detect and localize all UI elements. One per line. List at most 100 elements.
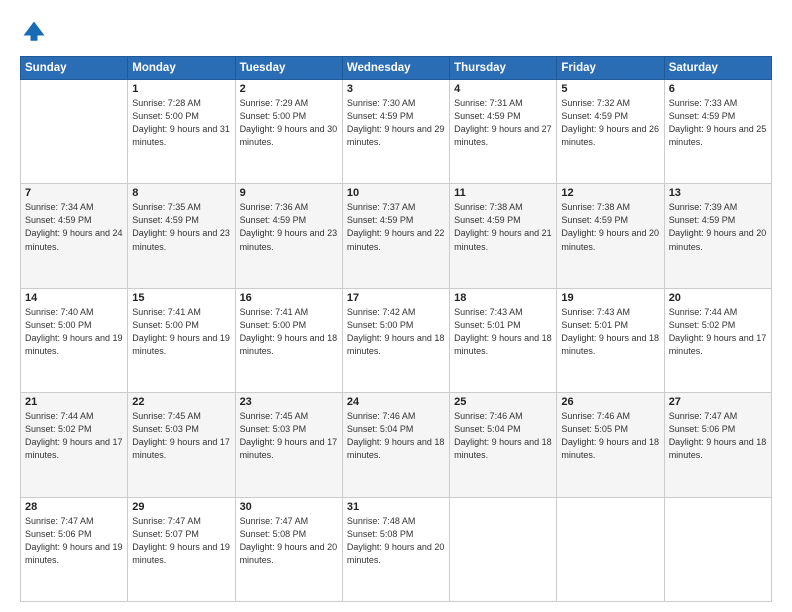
day-number: 9 [240, 187, 338, 199]
day-info: Sunrise: 7:32 AMSunset: 4:59 PMDaylight:… [561, 97, 659, 149]
cell-week1-day7: 6 Sunrise: 7:33 AMSunset: 4:59 PMDaylight… [664, 80, 771, 184]
day-info: Sunrise: 7:47 AMSunset: 5:08 PMDaylight:… [240, 515, 338, 567]
day-number: 26 [561, 396, 659, 408]
cell-week1-day4: 3 Sunrise: 7:30 AMSunset: 4:59 PMDaylight… [342, 80, 449, 184]
cell-week2-day6: 12 Sunrise: 7:38 AMSunset: 4:59 PMDayligh… [557, 184, 664, 288]
day-number: 10 [347, 187, 445, 199]
cell-week5-day1: 28 Sunrise: 7:47 AMSunset: 5:06 PMDayligh… [21, 497, 128, 601]
day-info: Sunrise: 7:29 AMSunset: 5:00 PMDaylight:… [240, 97, 338, 149]
day-number: 3 [347, 83, 445, 95]
header-thursday: Thursday [450, 57, 557, 80]
cell-week4-day7: 27 Sunrise: 7:47 AMSunset: 5:06 PMDayligh… [664, 393, 771, 497]
day-info: Sunrise: 7:43 AMSunset: 5:01 PMDaylight:… [561, 306, 659, 358]
cell-week2-day3: 9 Sunrise: 7:36 AMSunset: 4:59 PMDaylight… [235, 184, 342, 288]
day-number: 13 [669, 187, 767, 199]
cell-week1-day2: 1 Sunrise: 7:28 AMSunset: 5:00 PMDaylight… [128, 80, 235, 184]
cell-week3-day6: 19 Sunrise: 7:43 AMSunset: 5:01 PMDayligh… [557, 288, 664, 392]
day-info: Sunrise: 7:44 AMSunset: 5:02 PMDaylight:… [669, 306, 767, 358]
cell-week1-day1 [21, 80, 128, 184]
day-info: Sunrise: 7:38 AMSunset: 4:59 PMDaylight:… [561, 201, 659, 253]
day-info: Sunrise: 7:46 AMSunset: 5:04 PMDaylight:… [347, 410, 445, 462]
cell-week4-day6: 26 Sunrise: 7:46 AMSunset: 5:05 PMDayligh… [557, 393, 664, 497]
header-saturday: Saturday [664, 57, 771, 80]
day-number: 11 [454, 187, 552, 199]
cell-week3-day1: 14 Sunrise: 7:40 AMSunset: 5:00 PMDayligh… [21, 288, 128, 392]
cell-week1-day6: 5Sunrise: 7:32 AMSunset: 4:59 PMDaylight… [557, 80, 664, 184]
day-info: Sunrise: 7:35 AMSunset: 4:59 PMDaylight:… [132, 201, 230, 253]
header [20, 18, 772, 46]
day-number: 28 [25, 501, 123, 513]
day-number: 19 [561, 292, 659, 304]
day-info: Sunrise: 7:45 AMSunset: 5:03 PMDaylight:… [132, 410, 230, 462]
day-number: 14 [25, 292, 123, 304]
day-info: Sunrise: 7:34 AMSunset: 4:59 PMDaylight:… [25, 201, 123, 253]
day-info: Sunrise: 7:45 AMSunset: 5:03 PMDaylight:… [240, 410, 338, 462]
day-info: Sunrise: 7:46 AMSunset: 5:05 PMDaylight:… [561, 410, 659, 462]
day-number: 2 [240, 83, 338, 95]
cell-week4-day5: 25 Sunrise: 7:46 AMSunset: 5:04 PMDayligh… [450, 393, 557, 497]
cell-week3-day7: 20 Sunrise: 7:44 AMSunset: 5:02 PMDayligh… [664, 288, 771, 392]
day-number: 21 [25, 396, 123, 408]
cell-week2-day5: 11 Sunrise: 7:38 AMSunset: 4:59 PMDayligh… [450, 184, 557, 288]
day-number: 31 [347, 501, 445, 513]
day-number: 27 [669, 396, 767, 408]
cell-week4-day2: 22Sunrise: 7:45 AMSunset: 5:03 PMDayligh… [128, 393, 235, 497]
day-info: Sunrise: 7:28 AMSunset: 5:00 PMDaylight:… [132, 97, 230, 149]
cell-week2-day1: 7Sunrise: 7:34 AMSunset: 4:59 PMDaylight… [21, 184, 128, 288]
day-info: Sunrise: 7:39 AMSunset: 4:59 PMDaylight:… [669, 201, 767, 253]
day-info: Sunrise: 7:47 AMSunset: 5:06 PMDaylight:… [25, 515, 123, 567]
header-tuesday: Tuesday [235, 57, 342, 80]
day-number: 8 [132, 187, 230, 199]
day-info: Sunrise: 7:37 AMSunset: 4:59 PMDaylight:… [347, 201, 445, 253]
day-number: 17 [347, 292, 445, 304]
header-wednesday: Wednesday [342, 57, 449, 80]
cell-week4-day4: 24 Sunrise: 7:46 AMSunset: 5:04 PMDayligh… [342, 393, 449, 497]
header-friday: Friday [557, 57, 664, 80]
logo [20, 18, 52, 46]
day-info: Sunrise: 7:41 AMSunset: 5:00 PMDaylight:… [132, 306, 230, 358]
day-info: Sunrise: 7:38 AMSunset: 4:59 PMDaylight:… [454, 201, 552, 253]
day-info: Sunrise: 7:40 AMSunset: 5:00 PMDaylight:… [25, 306, 123, 358]
day-number: 1 [132, 83, 230, 95]
cell-week5-day3: 30 Sunrise: 7:47 AMSunset: 5:08 PMDayligh… [235, 497, 342, 601]
page: SundayMondayTuesdayWednesdayThursdayFrid… [0, 0, 792, 612]
cell-week3-day2: 15 Sunrise: 7:41 AMSunset: 5:00 PMDayligh… [128, 288, 235, 392]
cell-week3-day5: 18 Sunrise: 7:43 AMSunset: 5:01 PMDayligh… [450, 288, 557, 392]
day-info: Sunrise: 7:43 AMSunset: 5:01 PMDaylight:… [454, 306, 552, 358]
cell-week5-day2: 29Sunrise: 7:47 AMSunset: 5:07 PMDayligh… [128, 497, 235, 601]
day-number: 25 [454, 396, 552, 408]
day-number: 12 [561, 187, 659, 199]
cell-week1-day5: 4Sunrise: 7:31 AMSunset: 4:59 PMDaylight… [450, 80, 557, 184]
cell-week2-day7: 13 Sunrise: 7:39 AMSunset: 4:59 PMDayligh… [664, 184, 771, 288]
cell-week3-day3: 16Sunrise: 7:41 AMSunset: 5:00 PMDayligh… [235, 288, 342, 392]
day-info: Sunrise: 7:33 AMSunset: 4:59 PMDaylight:… [669, 97, 767, 149]
day-info: Sunrise: 7:47 AMSunset: 5:06 PMDaylight:… [669, 410, 767, 462]
cell-week5-day4: 31 Sunrise: 7:48 AMSunset: 5:08 PMDayligh… [342, 497, 449, 601]
calendar-table: SundayMondayTuesdayWednesdayThursdayFrid… [20, 56, 772, 602]
cell-week5-day7 [664, 497, 771, 601]
cell-week3-day4: 17Sunrise: 7:42 AMSunset: 5:00 PMDayligh… [342, 288, 449, 392]
header-monday: Monday [128, 57, 235, 80]
cell-week5-day5 [450, 497, 557, 601]
day-number: 30 [240, 501, 338, 513]
day-number: 15 [132, 292, 230, 304]
header-sunday: Sunday [21, 57, 128, 80]
day-number: 6 [669, 83, 767, 95]
day-number: 4 [454, 83, 552, 95]
day-info: Sunrise: 7:44 AMSunset: 5:02 PMDaylight:… [25, 410, 123, 462]
cell-week2-day4: 10 Sunrise: 7:37 AMSunset: 4:59 PMDayligh… [342, 184, 449, 288]
cell-week4-day1: 21 Sunrise: 7:44 AMSunset: 5:02 PMDayligh… [21, 393, 128, 497]
day-number: 18 [454, 292, 552, 304]
day-number: 20 [669, 292, 767, 304]
cell-week1-day3: 2 Sunrise: 7:29 AMSunset: 5:00 PMDaylight… [235, 80, 342, 184]
cell-week2-day2: 8 Sunrise: 7:35 AMSunset: 4:59 PMDaylight… [128, 184, 235, 288]
day-number: 24 [347, 396, 445, 408]
day-info: Sunrise: 7:48 AMSunset: 5:08 PMDaylight:… [347, 515, 445, 567]
day-info: Sunrise: 7:47 AMSunset: 5:07 PMDaylight:… [132, 515, 230, 567]
day-info: Sunrise: 7:41 AMSunset: 5:00 PMDaylight:… [240, 306, 338, 358]
day-info: Sunrise: 7:36 AMSunset: 4:59 PMDaylight:… [240, 201, 338, 253]
logo-icon [20, 18, 48, 46]
day-info: Sunrise: 7:30 AMSunset: 4:59 PMDaylight:… [347, 97, 445, 149]
day-number: 23 [240, 396, 338, 408]
day-info: Sunrise: 7:46 AMSunset: 5:04 PMDaylight:… [454, 410, 552, 462]
